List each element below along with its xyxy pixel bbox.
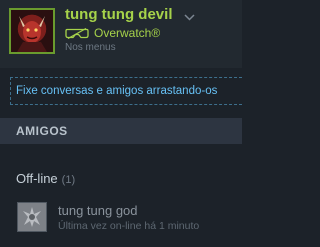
friend-status: Última vez on-line há 1 minuto — [58, 220, 200, 232]
user-name[interactable]: tung tung devil — [65, 6, 172, 23]
pin-drop-zone[interactable]: Fixe conversas e amigos arrastando-os — [10, 77, 242, 105]
user-rich-presence: Nos menus — [65, 42, 116, 53]
friend-name[interactable]: tung tung god — [58, 203, 138, 218]
friend-group-label: Off-line — [16, 171, 58, 186]
devil-icon — [17, 16, 47, 52]
user-avatar[interactable] — [9, 8, 55, 54]
friends-section-header[interactable]: AMIGOS — [0, 118, 242, 144]
friend-avatar[interactable] — [17, 202, 47, 232]
default-avatar-icon — [18, 203, 46, 231]
chevron-down-icon[interactable] — [184, 14, 195, 21]
user-game[interactable]: Overwatch® — [94, 26, 160, 40]
friend-group-offline[interactable]: Off-line (1) — [16, 171, 75, 186]
vr-headset-icon — [65, 28, 89, 39]
friend-group-count: (1) — [61, 174, 76, 186]
